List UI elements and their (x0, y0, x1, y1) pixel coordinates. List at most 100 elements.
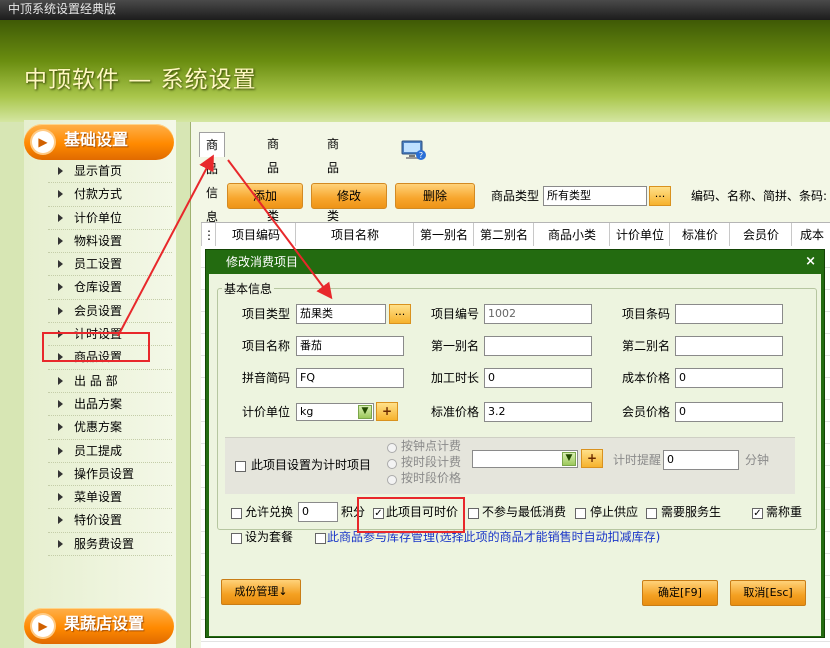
set-combo-checkbox[interactable] (231, 533, 242, 544)
cost-price-input[interactable]: 0 (675, 368, 783, 388)
chevron-down-icon[interactable]: ▼ (358, 405, 372, 419)
grid-col-name[interactable]: 项目名称 (295, 223, 414, 247)
dialog-titlebar[interactable]: 修改消费项目 × (206, 250, 824, 274)
grid-col-cost[interactable]: 成本 (791, 223, 830, 247)
product-type-input[interactable]: 所有类型 (543, 186, 647, 206)
radio-per-hour[interactable] (387, 443, 397, 453)
sidebar-item-display-home[interactable]: 显示首页 (48, 160, 172, 184)
item-type-label: 项目类型 (242, 307, 291, 321)
add-button[interactable]: 添加 (227, 183, 303, 209)
ingredient-management-button[interactable]: 成份管理↓ (221, 579, 301, 605)
grid-col-alias2[interactable]: 第二别名 (473, 223, 534, 247)
sidebar-item-staff[interactable]: 员工设置 (48, 253, 172, 277)
delete-button[interactable]: 删除 (395, 183, 475, 209)
remind-label: 计时提醒 (613, 453, 662, 467)
sidebar-section-label: 果蔬店设置 (64, 614, 145, 633)
grid-col-member-price[interactable]: 会员价 (729, 223, 792, 247)
arrow-right-icon (58, 283, 63, 292)
sidebar-item-menu[interactable]: 菜单设置 (48, 486, 172, 510)
unit-select-value: kg (300, 405, 314, 418)
tab-product-category[interactable]: 商品大类 (261, 132, 285, 223)
radio-per-period[interactable] (387, 459, 397, 469)
grid-col-code[interactable]: 项目编码 (215, 223, 296, 247)
duration-input[interactable]: 0 (484, 368, 592, 388)
dialog-body: 基本信息 项目类型 茄果类 ... 项目编号 1002 项目条码 项目名称 番茄… (209, 274, 821, 636)
stop-supply-label: 停止供应 (590, 505, 639, 519)
pinyin-input[interactable]: FQ (296, 368, 404, 388)
sidebar-item-service-fee[interactable]: 服务费设置 (48, 533, 172, 557)
timed-settings-box: 此项目设置为计时项目 按钟点计费 按时段计费 按时段价格 ▼ + 计时提醒 0 … (225, 437, 795, 494)
member-price-input[interactable]: 0 (675, 402, 783, 422)
product-type-picker-button[interactable]: ... (649, 186, 671, 206)
arrow-right-icon (58, 469, 63, 478)
monitor-settings-icon[interactable]: ? (401, 140, 427, 162)
item-type-input[interactable]: 茄果类 (296, 304, 386, 324)
timed-item-label: 此项目设置为计时项目 (251, 458, 372, 472)
sidebar-item-payment[interactable]: 付款方式 (48, 183, 172, 207)
confirm-button[interactable]: 确定[F9] (642, 580, 718, 606)
barcode-input[interactable] (675, 304, 783, 324)
need-server-checkbox[interactable] (646, 508, 657, 519)
sidebar-item-output-plan[interactable]: 出品方案 (48, 393, 172, 417)
highlight-box-timed-price (357, 497, 465, 533)
no-min-spend-checkbox[interactable] (468, 508, 479, 519)
alias1-input[interactable] (484, 336, 592, 356)
grid-col-alias1[interactable]: 第一别名 (413, 223, 474, 247)
redeem-points-input[interactable]: 0 (298, 502, 338, 522)
sidebar-item-commission[interactable]: 员工提成 (48, 440, 172, 463)
arrow-right-icon (58, 260, 63, 269)
add-period-button[interactable]: + (581, 449, 603, 468)
window-title: 中顶系统设置经典版 (8, 2, 117, 16)
inventory-checkbox[interactable] (315, 533, 326, 544)
chevron-down-icon[interactable]: ▼ (562, 452, 576, 466)
arrow-right-icon (58, 539, 63, 548)
allow-redeem-checkbox[interactable] (231, 508, 242, 519)
stop-supply-checkbox[interactable] (575, 508, 586, 519)
remind-unit-label: 分钟 (745, 453, 770, 467)
sidebar-item-kitchen[interactable]: 出 品 部 (48, 370, 172, 393)
item-type-picker-button[interactable]: ... (389, 304, 411, 324)
edit-item-dialog: 修改消费项目 × 基本信息 项目类型 茄果类 ... 项目编号 1002 项目条… (205, 249, 825, 638)
add-unit-button[interactable]: + (376, 402, 398, 421)
need-weigh-checkbox[interactable]: ✓ (752, 508, 763, 519)
sidebar-item-warehouse[interactable]: 仓库设置 (48, 276, 172, 300)
tab-product-subcategory[interactable]: 商品小类 (321, 132, 345, 223)
sidebar-section-label: 基础设置 (64, 130, 129, 149)
sidebar-section-basic[interactable]: ▶ 基础设置 (24, 124, 174, 160)
header-banner: 中顶软件 — 系统设置 (0, 20, 830, 122)
sidebar-section-fruit-veg[interactable]: ▶ 果蔬店设置 (24, 608, 174, 644)
set-combo-label: 设为套餐 (245, 530, 294, 544)
grid-col-std-price[interactable]: 标准价 (669, 223, 730, 247)
tab-product-info[interactable]: 商品信息 (199, 132, 226, 224)
item-name-input[interactable]: 番茄 (296, 336, 404, 356)
arrow-right-icon (58, 306, 63, 315)
page-title: 中顶软件 — 系统设置 (24, 67, 257, 93)
edit-button[interactable]: 修改 (311, 183, 387, 209)
sidebar-item-materials[interactable]: 物料设置 (48, 230, 172, 254)
close-icon[interactable]: × (805, 250, 816, 274)
arrow-right-icon (58, 190, 63, 199)
item-code-label: 项目编号 (431, 307, 480, 321)
cost-price-label: 成本价格 (622, 371, 671, 385)
unit-select[interactable]: kg ▼ (296, 403, 374, 421)
need-weigh-label: 需称重 (766, 505, 803, 519)
sidebar-item-operators[interactable]: 操作员设置 (48, 463, 172, 487)
sidebar-item-special-price[interactable]: 特价设置 (48, 509, 172, 533)
remind-input[interactable]: 0 (663, 450, 739, 470)
timed-item-checkbox[interactable] (235, 461, 246, 472)
alias2-input[interactable] (675, 336, 783, 356)
arrow-right-icon (58, 399, 63, 408)
radio-period-price[interactable] (387, 475, 397, 485)
sidebar-item-members[interactable]: 会员设置 (48, 300, 172, 324)
sidebar-item-discount[interactable]: 优惠方案 (48, 416, 172, 440)
std-price-input[interactable]: 3.2 (484, 402, 592, 422)
grid-col-unit[interactable]: 计价单位 (609, 223, 670, 247)
sidebar-item-units[interactable]: 计价单位 (48, 207, 172, 230)
play-icon: ▶ (32, 131, 54, 153)
grid-col-subcategory[interactable]: 商品小类 (533, 223, 610, 247)
no-min-spend-label: 不参与最低消费 (482, 505, 567, 519)
item-code-input[interactable]: 1002 (484, 304, 592, 324)
cancel-button[interactable]: 取消[Esc] (730, 580, 806, 606)
arrow-right-icon (58, 516, 63, 525)
period-select[interactable]: ▼ (472, 450, 578, 468)
